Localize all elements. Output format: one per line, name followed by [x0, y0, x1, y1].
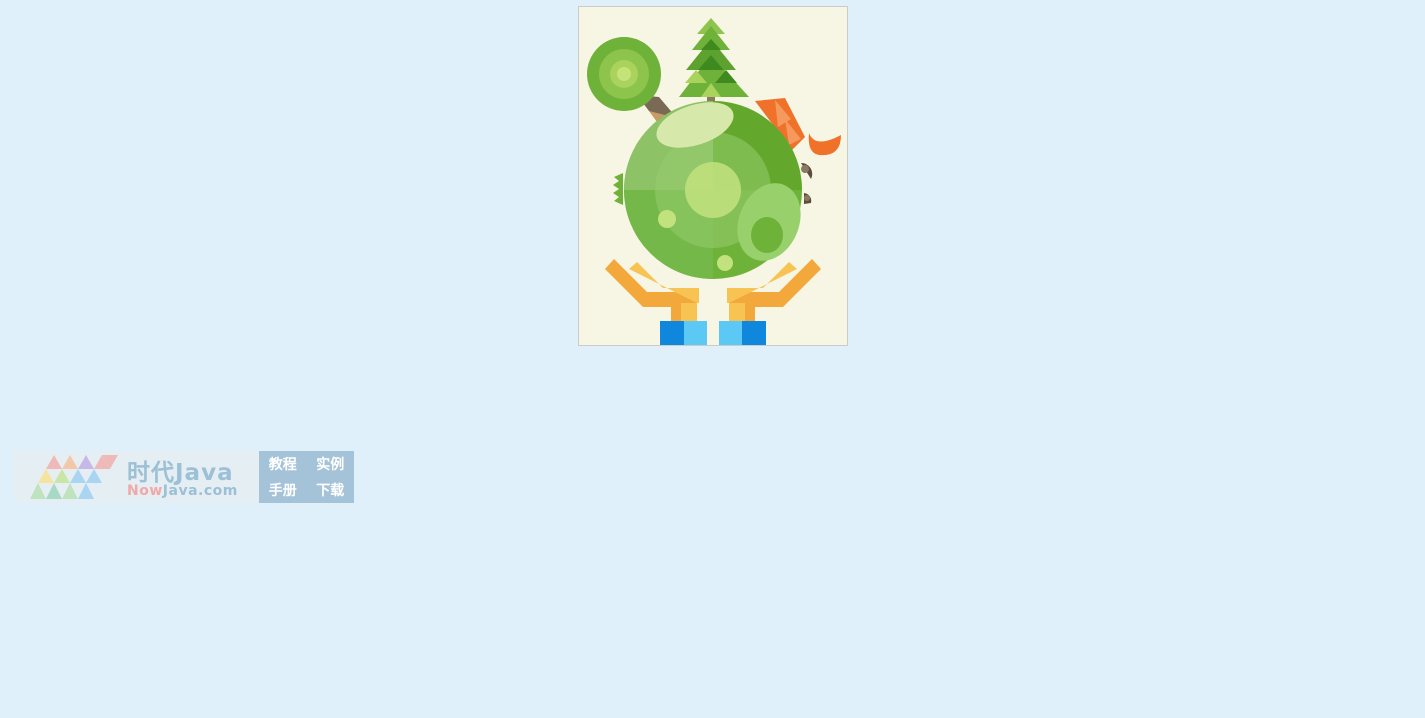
banner-link-download[interactable]: 下载: [316, 480, 344, 500]
banner-brand[interactable]: 时代Java NowJava.com: [14, 451, 259, 503]
planet-illustration: [578, 6, 848, 346]
triangle-logo-icon: [30, 455, 118, 499]
mushroom-icon: [801, 162, 813, 204]
banner-link-manual[interactable]: 手册: [269, 480, 297, 500]
banner-domain-prefix: Now: [127, 483, 163, 499]
banner-link-tutorial[interactable]: 教程: [269, 454, 297, 474]
banner-title: 时代Java: [127, 460, 234, 486]
eco-planet-icon: [587, 18, 841, 345]
banner-domain-suffix: Java.com: [162, 483, 238, 499]
banner-links: 教程 实例 手册 下载: [259, 451, 354, 503]
round-tree-icon: [587, 37, 676, 127]
grass-tuft-icon: [613, 173, 623, 205]
banner-link-examples[interactable]: 实例: [316, 454, 344, 474]
nowjava-banner[interactable]: 时代Java NowJava.com 教程 实例 手册 下载: [14, 451, 354, 503]
pine-tree-icon: [679, 18, 749, 107]
banner-domain: NowJava.com: [127, 483, 238, 499]
